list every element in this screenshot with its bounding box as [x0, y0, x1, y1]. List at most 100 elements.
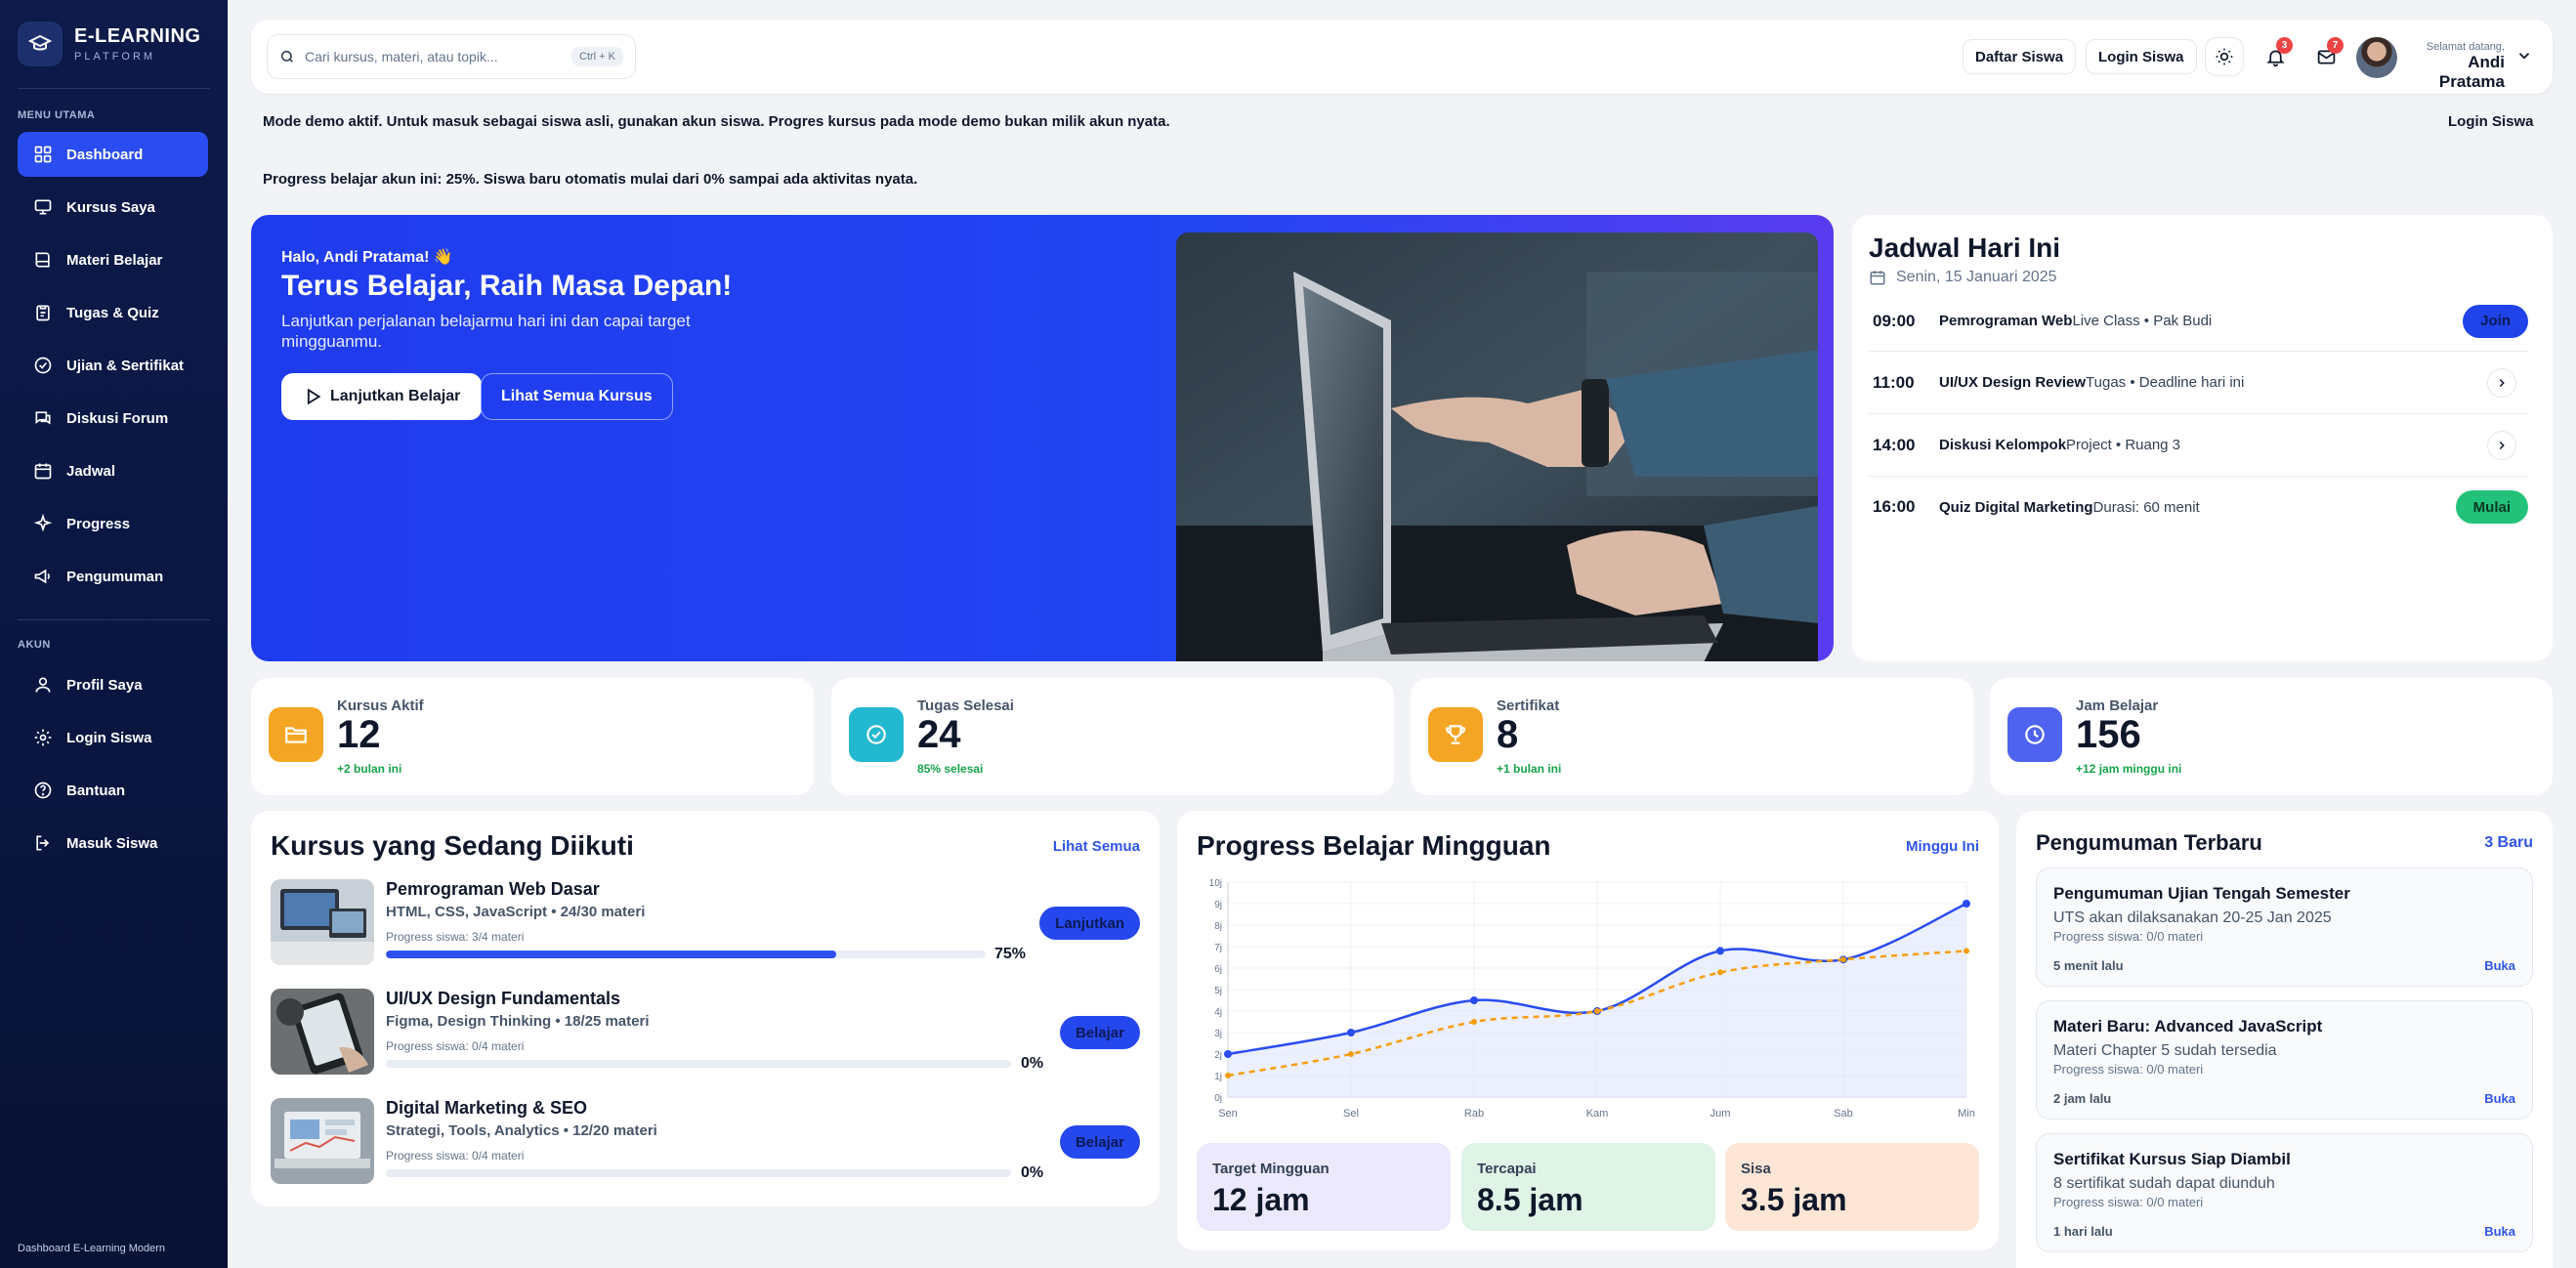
chart-point-series-1 [1225, 1073, 1231, 1078]
sidebar-divider [18, 88, 210, 89]
announcement-item[interactable]: Pengumuman Ujian Tengah Semester UTS aka… [2036, 867, 2533, 987]
search-input[interactable] [305, 49, 572, 64]
view-all-courses-button[interactable]: Lihat Semua Kursus [481, 373, 673, 420]
user-menu-chevron[interactable] [2515, 47, 2533, 69]
sidebar-item-progress[interactable]: Progress [18, 501, 208, 546]
chart-y-tick-label: 0j [1214, 1093, 1222, 1104]
sidebar-item-materi-belajar[interactable]: Materi Belajar [18, 237, 208, 282]
course-progress-bar [386, 951, 986, 958]
graduation-cap-icon [18, 21, 63, 66]
announcements-card: Pengumuman Terbaru 3 Baru Pengumuman Uji… [2016, 811, 2553, 1268]
start-course-button[interactable]: Belajar [1059, 1125, 1140, 1159]
chart-x-tick-label: Sen [1218, 1108, 1238, 1120]
schedule-name: Quiz Digital Marketing [1939, 498, 2093, 516]
messages-button[interactable]: 7 [2306, 37, 2345, 76]
progress-notice: Progress belajar akun ini: 25%. Siswa ba… [263, 171, 918, 188]
target-box: Target Mingguan 12 jam [1197, 1143, 1451, 1231]
sidebar-item-ujian-sertifikat[interactable]: Ujian & Sertifikat [18, 343, 208, 388]
sidebar-item-masuk-siswa[interactable]: Masuk Siswa [18, 821, 208, 866]
announcement-item[interactable]: Materi Baru: Advanced JavaScript Materi … [2036, 1000, 2533, 1120]
schedule-date: Senin, 15 Januari 2025 [1869, 269, 2057, 286]
announcement-desc: 8 sertifikat sudah dapat diunduh [2053, 1175, 2275, 1192]
sidebar-item-diskusi-forum[interactable]: Diskusi Forum [18, 396, 208, 441]
announcement-item[interactable]: Sertifikat Kursus Siap Diambil 8 sertifi… [2036, 1133, 2533, 1252]
announcements-count[interactable]: 3 Baru [2484, 834, 2533, 852]
chart-x-tick-label: Kam [1586, 1108, 1609, 1120]
schedule-open-button[interactable] [2487, 367, 2516, 398]
period-selector[interactable]: Minggu Ini [1906, 838, 1979, 855]
stat-delta: +2 bulan ini [337, 762, 402, 776]
chat-icon [35, 411, 51, 425]
chart-point-series-0 [1347, 1029, 1355, 1036]
course-meta: Figma, Design Thinking • 18/25 materi [386, 1013, 650, 1030]
remaining-label: Sisa [1741, 1161, 1771, 1177]
message-count-badge: 7 [2327, 37, 2344, 54]
stat-value: 156 [2076, 713, 2141, 756]
chevron-down-icon [2518, 53, 2530, 60]
sidebar-item-label: Login Siswa [66, 729, 152, 746]
theme-toggle-button[interactable] [2205, 37, 2244, 76]
today-schedule-card: Jadwal Hari Ini Senin, 15 Januari 2025 0… [1852, 215, 2553, 661]
course-item[interactable]: UI/UX Design Fundamentals Figma, Design … [271, 989, 1140, 1086]
course-title: UI/UX Design Fundamentals [386, 989, 621, 1008]
search-shortcut: Ctrl + K [571, 47, 623, 66]
schedule-row[interactable]: 14:00 Diskusi Kelompok Project • Ruang 3 [1869, 414, 2528, 477]
open-announcement-link[interactable]: Buka [2484, 958, 2515, 973]
course-progress-text: Progress siswa: 0/4 materi [386, 1149, 525, 1162]
sidebar-item-bantuan[interactable]: Bantuan [18, 768, 208, 813]
folder-icon [269, 707, 323, 762]
schedule-row[interactable]: 09:00 Pemrograman Web Live Class • Pak B… [1869, 291, 2528, 352]
announcement-desc: UTS akan dilaksanakan 20-25 Jan 2025 [2053, 909, 2332, 926]
sidebar-item-dashboard[interactable]: Dashboard [18, 132, 208, 177]
sidebar-item-profil-saya[interactable]: Profil Saya [18, 662, 208, 707]
announcement-title: Pengumuman Ujian Tengah Semester [2053, 884, 2350, 903]
brand[interactable]: E-LEARNING PLATFORM [18, 21, 200, 66]
sidebar-item-jadwal[interactable]: Jadwal [18, 448, 208, 493]
hero-banner: Halo, Andi Pratama! 👋 Terus Belajar, Rai… [251, 215, 1834, 661]
view-all-link[interactable]: Lihat Semua [1053, 838, 1140, 855]
play-icon [307, 388, 321, 405]
chart-y-tick-label: 5j [1214, 986, 1222, 996]
start-course-button[interactable]: Belajar [1059, 1016, 1140, 1049]
announcement-title: Sertifikat Kursus Siap Diambil [2053, 1150, 2291, 1168]
course-thumbnail [271, 879, 374, 965]
notifications-button[interactable]: 3 [2256, 37, 2295, 76]
course-item[interactable]: Digital Marketing & SEO Strategi, Tools,… [271, 1098, 1140, 1196]
hero-greeting: Halo, Andi Pratama! 👋 [281, 249, 453, 266]
sidebar-item-pengumuman[interactable]: Pengumuman [18, 554, 208, 599]
course-progress-percent: 0% [1021, 1164, 1044, 1181]
chart-y-tick-label: 2j [1214, 1050, 1222, 1061]
notification-count-badge: 3 [2276, 37, 2293, 54]
schedule-row[interactable]: 11:00 UI/UX Design Review Tugas • Deadli… [1869, 352, 2528, 414]
sidebar-item-login-siswa[interactable]: Login Siswa [18, 715, 208, 760]
schedule-open-button[interactable] [2487, 430, 2516, 460]
demo-login-link[interactable]: Login Siswa [2448, 113, 2534, 130]
sidebar-item-tugas-quiz[interactable]: Tugas & Quiz [18, 290, 208, 335]
stat-label: Tugas Selesai [917, 697, 1014, 714]
chart-point-series-0 [1224, 1050, 1232, 1058]
continue-course-button[interactable]: Lanjutkan [1039, 907, 1140, 940]
stat-label: Sertifikat [1497, 697, 1560, 714]
avatar[interactable] [2356, 37, 2397, 78]
stat-delta: 85% selesai [917, 762, 984, 776]
schedule-name: Diskusi Kelompok [1939, 437, 2067, 453]
schedule-row[interactable]: 16:00 Quiz Digital Marketing Durasi: 60 … [1869, 477, 2528, 537]
course-meta: Strategi, Tools, Analytics • 12/20 mater… [386, 1122, 657, 1139]
stat-delta: +1 bulan ini [1497, 762, 1562, 776]
chart-x-tick-label: Jum [1710, 1108, 1731, 1120]
sidebar-item-label: Pengumuman [66, 568, 164, 585]
course-item[interactable]: Pemrograman Web Dasar HTML, CSS, JavaScr… [271, 879, 1140, 977]
user-menu[interactable]: Selamat datang, Andi Pratama [2407, 41, 2505, 92]
open-announcement-link[interactable]: Buka [2484, 1091, 2515, 1106]
course-thumbnail [271, 989, 374, 1075]
stat-card-study-hours: Jam Belajar 156 +12 jam minggu ini [1990, 678, 2553, 795]
sun-icon [2216, 48, 2233, 65]
login-button[interactable]: Login Siswa [2086, 39, 2197, 74]
sidebar-item-kursus-saya[interactable]: Kursus Saya [18, 185, 208, 230]
continue-learning-button[interactable]: Lanjutkan Belajar [281, 373, 483, 420]
open-announcement-link[interactable]: Buka [2484, 1224, 2515, 1239]
search-box[interactable]: Ctrl + K [267, 34, 636, 79]
register-button[interactable]: Daftar Siswa [1963, 39, 2077, 74]
start-quiz-button[interactable]: Mulai [2455, 490, 2528, 524]
join-button[interactable]: Join [2463, 304, 2528, 338]
